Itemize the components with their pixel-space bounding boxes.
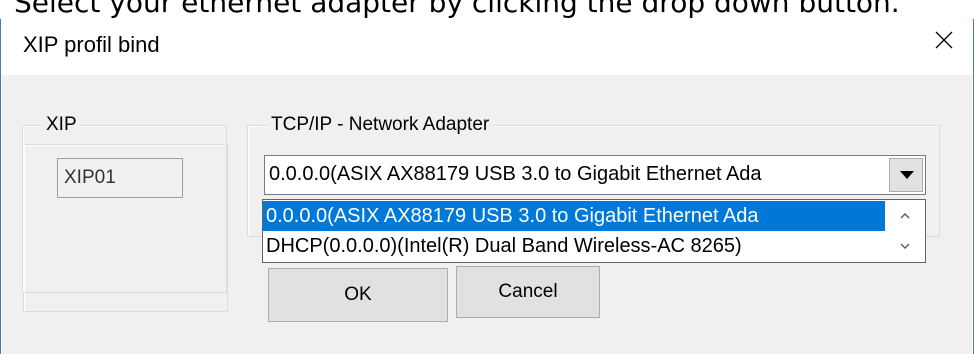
scroll-up-icon <box>900 212 910 219</box>
close-icon <box>935 31 953 49</box>
scroll-up-button[interactable] <box>885 200 925 231</box>
title-bar: XIP profil bind <box>1 19 973 75</box>
adapter-option-asix[interactable]: 0.0.0.0(ASIX AX88179 USB 3.0 to Gigabit … <box>263 201 885 231</box>
network-adapter-select[interactable]: 0.0.0.0(ASIX AX88179 USB 3.0 to Gigabit … <box>264 155 926 195</box>
xip-group: XIP XIP01 <box>22 114 227 293</box>
dropdown-scrollbar[interactable] <box>885 200 925 262</box>
screenshot: Select your ethernet adapter by clicking… <box>0 0 974 354</box>
xip-group-label: XIP <box>43 114 80 136</box>
network-adapter-dropdown-list: 0.0.0.0(ASIX AX88179 USB 3.0 to Gigabit … <box>262 199 926 263</box>
xip-field: XIP01 <box>57 158 183 198</box>
scroll-down-button[interactable] <box>885 231 925 262</box>
network-adapter-selected-value: 0.0.0.0(ASIX AX88179 USB 3.0 to Gigabit … <box>269 163 762 185</box>
adapter-option-intel-wireless[interactable]: DHCP(0.0.0.0)(Intel(R) Dual Band Wireles… <box>263 231 885 261</box>
dialog-title: XIP profil bind <box>23 32 160 57</box>
ok-button[interactable]: OK <box>268 268 448 322</box>
dropdown-button[interactable] <box>889 158 923 192</box>
network-adapter-group-label: TCP/IP - Network Adapter <box>268 114 493 136</box>
close-button[interactable] <box>913 19 973 69</box>
cancel-button[interactable]: Cancel <box>456 266 600 318</box>
scroll-down-icon <box>900 243 910 250</box>
instruction-text: Select your ethernet adapter by clicking… <box>14 0 900 19</box>
dropdown-arrow-icon <box>900 171 914 179</box>
